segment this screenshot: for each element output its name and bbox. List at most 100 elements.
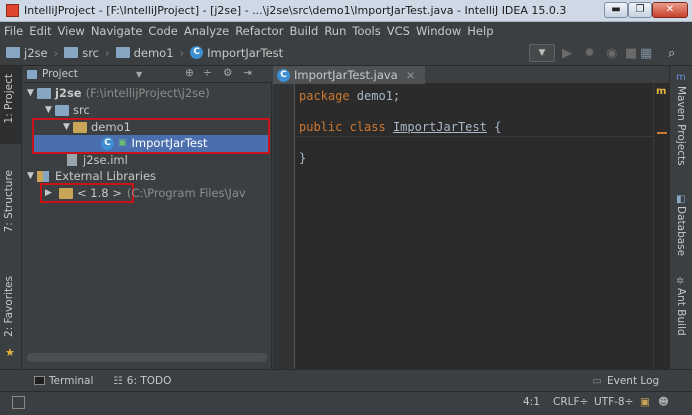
menu-run[interactable]: Run: [324, 24, 346, 38]
editor-gutter: [273, 84, 295, 369]
tab-event-log[interactable]: Event Log: [607, 375, 659, 387]
expanded-arrow-icon: ▼: [63, 122, 70, 132]
tree-node-demo1[interactable]: ▼ demo1: [63, 119, 131, 135]
tree-node-src[interactable]: ▼ src: [45, 102, 90, 118]
minimize-button[interactable]: ▬: [604, 2, 628, 18]
node-label: j2se.iml: [83, 153, 128, 167]
tab-project[interactable]: 1: Project: [3, 74, 15, 123]
tree-node-importjartest[interactable]: C ▣ ImportJarTest: [101, 135, 208, 151]
node-label: j2se: [55, 86, 82, 100]
search-icon[interactable]: ⌕: [668, 46, 675, 61]
close-button[interactable]: ✕: [652, 2, 688, 18]
breadcrumb-label: src: [82, 45, 99, 60]
menu-navigate[interactable]: Navigate: [91, 24, 143, 38]
debug-icon[interactable]: ✹: [584, 46, 595, 61]
tab-ant-build[interactable]: Ant Build: [675, 288, 687, 336]
menu-edit[interactable]: Edit: [29, 24, 51, 38]
run-config-dropdown[interactable]: ▼: [529, 44, 555, 62]
scroll-from-source-icon[interactable]: ⊕: [185, 67, 194, 79]
module-folder-icon: [37, 87, 51, 99]
tab-maven-projects[interactable]: Maven Projects: [675, 86, 687, 166]
gear-icon[interactable]: ⚙: [223, 67, 232, 79]
collapse-all-icon[interactable]: ÷: [203, 67, 212, 79]
node-label: ImportJarTest: [131, 136, 208, 150]
menu-build[interactable]: Build: [289, 24, 318, 38]
editor-tab-bar: C ImportJarTest.java ×: [273, 66, 669, 84]
collapsed-arrow-icon: ▶: [45, 188, 52, 198]
menu-view[interactable]: View: [58, 24, 85, 38]
project-view-dropdown[interactable]: Project: [42, 68, 78, 80]
scroll-marker[interactable]: [657, 132, 667, 134]
hector-icon[interactable]: ☻: [658, 396, 669, 408]
run-icon[interactable]: ▶: [562, 46, 572, 61]
tree-node-external-libraries[interactable]: ▼ External Libraries: [27, 168, 156, 184]
event-log-icon: ▭: [592, 374, 602, 387]
todo-icon: ☷: [113, 374, 123, 387]
expanded-arrow-icon: ▼: [27, 171, 34, 181]
code-text: }: [299, 151, 307, 165]
libraries-icon: [37, 170, 49, 182]
code-editor[interactable]: package demo1; public class ImportJarTes…: [295, 84, 653, 369]
close-tab-icon[interactable]: ×: [406, 68, 416, 82]
breadcrumb-label: ImportJarTest: [207, 45, 284, 60]
horizontal-scrollbar[interactable]: [27, 353, 267, 362]
line-separator: [295, 136, 653, 137]
keyword: public: [299, 120, 343, 134]
breadcrumb-src[interactable]: src ›: [64, 45, 110, 60]
lock-icon[interactable]: ▣: [640, 396, 650, 408]
tab-favorites[interactable]: 2: Favorites: [3, 276, 15, 337]
error-marker-icon[interactable]: m: [656, 86, 666, 97]
chevron-right-icon: ›: [105, 45, 110, 60]
class-icon: C: [190, 46, 204, 59]
project-panel: Project ▼ ⊕ ÷ ⚙ ⇥ ▼ j2se (F:\intellijPro…: [23, 66, 272, 369]
menu-bar: File Edit View Navigate Code Analyze Ref…: [0, 22, 692, 40]
window-title: IntelliJProject - [F:\IntelliJProject] -…: [24, 4, 567, 17]
menu-analyze[interactable]: Analyze: [184, 24, 229, 38]
tree-node-j2se-iml[interactable]: j2se.iml: [63, 152, 128, 168]
menu-tools[interactable]: Tools: [352, 24, 380, 38]
title-bar: IntelliJProject - [F:\IntelliJProject] -…: [0, 0, 692, 22]
menu-code[interactable]: Code: [148, 24, 177, 38]
keyword: package: [299, 89, 350, 103]
source-folder-icon: [55, 104, 69, 116]
right-tool-strip: m Maven Projects ◧ Database ✲ Ant Build: [669, 66, 692, 369]
chevron-right-icon: ›: [53, 45, 59, 60]
tree-node-j2se[interactable]: ▼ j2se (F:\intellijProject\j2se): [27, 85, 210, 101]
terminal-icon: [34, 376, 45, 385]
menu-file[interactable]: File: [4, 24, 23, 38]
maven-icon: m: [676, 72, 686, 83]
hide-panel-icon[interactable]: ⇥: [243, 67, 252, 79]
breadcrumb-importjartest[interactable]: C ImportJarTest: [190, 46, 283, 60]
iml-file-icon: [67, 154, 77, 166]
tab-terminal[interactable]: Terminal: [49, 375, 93, 387]
tab-todo[interactable]: 6: TODO: [127, 375, 172, 387]
breadcrumb-demo1[interactable]: demo1 ›: [115, 46, 184, 60]
menu-window[interactable]: Window: [416, 24, 461, 38]
status-bar: 4:1 CRLF÷ UTF-8÷ ▣ ☻: [0, 391, 692, 415]
breadcrumb-j2se[interactable]: j2se ›: [6, 46, 58, 60]
tab-database[interactable]: Database: [675, 206, 687, 256]
menu-help[interactable]: Help: [467, 24, 493, 38]
node-path: (C:\Program Files\Jav: [126, 186, 246, 200]
tab-label: ImportJarTest.java: [294, 68, 398, 82]
line-separator-status[interactable]: CRLF÷: [553, 396, 588, 408]
maximize-button[interactable]: ❐: [628, 2, 652, 18]
expanded-arrow-icon: ▼: [45, 105, 52, 115]
tool-windows-toggle-icon[interactable]: [12, 396, 25, 409]
code-text: {: [486, 120, 502, 134]
bottom-tool-bar: Terminal ☷ 6: TODO ▭ Event Log: [0, 369, 692, 391]
class-icon: C: [101, 136, 114, 150]
project-structure-icon[interactable]: ▦: [640, 46, 652, 61]
class-icon: C: [277, 68, 290, 82]
file-encoding[interactable]: UTF-8÷: [594, 396, 633, 408]
tab-structure[interactable]: 7: Structure: [3, 170, 15, 232]
chevron-down-icon: ▼: [538, 48, 546, 58]
chevron-down-icon[interactable]: ▼: [136, 70, 142, 79]
menu-vcs[interactable]: VCS: [387, 24, 410, 38]
caret-position[interactable]: 4:1: [523, 396, 540, 408]
stop-icon[interactable]: ■: [625, 46, 637, 61]
tab-importjartest-java[interactable]: C ImportJarTest.java ×: [273, 66, 425, 84]
tree-node-jdk[interactable]: ▶ < 1.8 > (C:\Program Files\Jav: [45, 185, 246, 201]
menu-refactor[interactable]: Refactor: [235, 24, 283, 38]
coverage-icon[interactable]: ◉: [606, 46, 617, 61]
